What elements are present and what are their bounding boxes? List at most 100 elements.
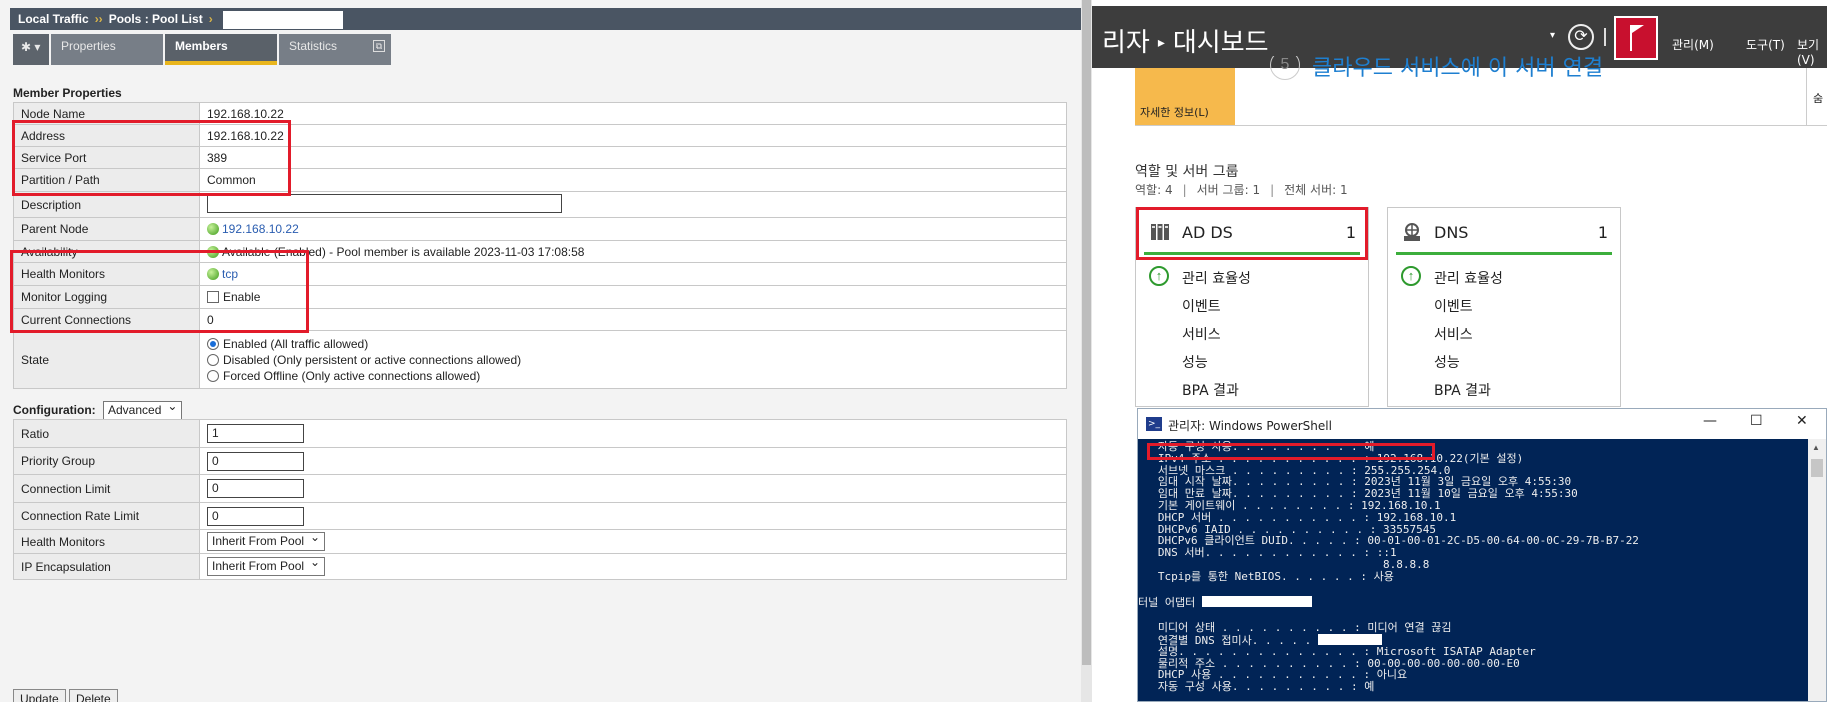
title-dashboard: 대시보드 bbox=[1172, 28, 1269, 58]
table-row: Health Monitors tcp bbox=[13, 262, 1067, 286]
gear-menu-button[interactable]: ✱ ▾ bbox=[13, 34, 49, 65]
card-item-manageability[interactable]: 관리 효율성 bbox=[1434, 268, 1503, 288]
status-available-icon bbox=[207, 245, 219, 258]
status-bar bbox=[1396, 252, 1612, 255]
tab-statistics[interactable]: Statistics ⧉ bbox=[279, 34, 391, 65]
separator: | bbox=[1182, 183, 1187, 197]
quick-start-step: 5 클라우드 서비스에 이 서버 연결 bbox=[1270, 56, 1827, 84]
tab-members[interactable]: Members bbox=[165, 34, 277, 65]
card-item-bpa-results[interactable]: BPA 결과 bbox=[1182, 380, 1239, 400]
table-row: Priority Group 0 bbox=[13, 447, 1067, 475]
parent-node-label: Parent Node bbox=[13, 217, 200, 241]
configuration-title: Configuration: Advanced bbox=[13, 399, 183, 420]
configuration-table: Ratio 1 Priority Group 0 Connection Limi… bbox=[13, 419, 1067, 580]
powershell-window[interactable]: >_ 관리자: Windows PowerShell — ☐ ✕ 자동 구성 사… bbox=[1137, 408, 1827, 702]
console-line: Tcpip를 통한 NetBIOS. . . . . . : 사용 bbox=[1138, 569, 1394, 583]
redacted-dns-suffix bbox=[1317, 633, 1382, 645]
role-card-dns[interactable]: DNS 1 ↑ 관리 효율성 이벤트 서비스 성능 BPA 결과 bbox=[1387, 207, 1621, 407]
card-item-performance[interactable]: 성능 bbox=[1434, 352, 1460, 372]
card-item-services[interactable]: 서비스 bbox=[1434, 324, 1473, 344]
card-item-manageability[interactable]: 관리 효율성 bbox=[1182, 268, 1251, 288]
tab-properties[interactable]: Properties bbox=[51, 34, 163, 65]
minimize-button[interactable]: — bbox=[1703, 413, 1717, 429]
radio-button[interactable] bbox=[207, 337, 219, 350]
availability-label: Availability bbox=[13, 240, 200, 263]
description-label: Description bbox=[13, 191, 200, 218]
breadcrumb-arrow-icon: ▸ bbox=[1157, 35, 1165, 51]
status-bar bbox=[1144, 252, 1360, 255]
role-name[interactable]: AD DS bbox=[1182, 223, 1233, 242]
table-row: Description bbox=[13, 191, 1067, 218]
role-server-count: 1 bbox=[1597, 223, 1608, 242]
hide-link[interactable]: 숨 bbox=[1806, 68, 1827, 125]
card-item-bpa-results[interactable]: BPA 결과 bbox=[1434, 380, 1491, 400]
monitor-logging-text: Enable bbox=[223, 290, 261, 304]
vertical-scrollbar[interactable] bbox=[1081, 0, 1092, 702]
monitor-logging-checkbox[interactable] bbox=[207, 291, 219, 303]
server-manager-panel: 리자 ▸ 대시보드 ▾ ⟳ 관리(M) 도구(T) 보기(V) 5 클라우드 서비스… bbox=[1092, 0, 1827, 702]
maximize-button[interactable]: ☐ bbox=[1750, 413, 1763, 429]
parent-node-link[interactable]: 192.168.10.22 bbox=[222, 222, 299, 236]
table-row: Current Connections 0 bbox=[13, 308, 1067, 331]
roles-summary: 역할: 4 | 서버 그룹: 1 | 전체 서버: 1 bbox=[1135, 181, 1348, 198]
table-row: Availability Available (Enabled) - Pool … bbox=[13, 240, 1067, 263]
menu-manage[interactable]: 관리(M) bbox=[1672, 36, 1714, 53]
table-row: Parent Node 192.168.10.22 bbox=[13, 217, 1067, 241]
roles-heading: 역할 및 서버 그룹 bbox=[1135, 164, 1239, 180]
radio-button[interactable] bbox=[207, 353, 219, 366]
node-name-label: Node Name bbox=[13, 102, 200, 125]
member-properties-table: Node Name 192.168.10.22 Address 192.168.… bbox=[13, 102, 1067, 389]
status-ok-icon: ↑ bbox=[1401, 266, 1421, 286]
console-line: 자동 구성 사용. . . . . . . . . : 예 bbox=[1138, 680, 1375, 694]
card-item-performance[interactable]: 성능 bbox=[1182, 352, 1208, 372]
breadcrumb-pool-list[interactable]: Pools : Pool List bbox=[109, 12, 203, 26]
description-input[interactable] bbox=[207, 193, 562, 213]
configuration-mode-select[interactable]: Advanced bbox=[103, 399, 183, 420]
priority-group-input[interactable]: 0 bbox=[207, 451, 304, 471]
state-option-forced-offline[interactable]: Forced Offline (Only active connections … bbox=[207, 368, 1059, 384]
health-monitor-link[interactable]: tcp bbox=[222, 267, 238, 281]
delete-button[interactable]: Delete bbox=[69, 689, 118, 702]
address-value: 192.168.10.22 bbox=[199, 124, 1067, 147]
breadcrumb-separator: › bbox=[208, 12, 213, 26]
menu-tools[interactable]: 도구(T) bbox=[1746, 36, 1785, 53]
card-item-events[interactable]: 이벤트 bbox=[1434, 296, 1473, 316]
connection-rate-limit-input[interactable]: 0 bbox=[207, 506, 304, 526]
card-item-events[interactable]: 이벤트 bbox=[1182, 296, 1221, 316]
close-button[interactable]: ✕ bbox=[1796, 413, 1808, 429]
state-option-enabled[interactable]: Enabled (All traffic allowed) bbox=[207, 336, 1059, 352]
scrollbar-thumb[interactable] bbox=[1811, 459, 1823, 477]
state-option-disabled[interactable]: Disabled (Only persistent or active conn… bbox=[207, 352, 1059, 368]
refresh-icon[interactable]: ⟳ bbox=[1568, 24, 1594, 50]
update-button[interactable]: Update bbox=[13, 689, 66, 702]
window-title: 관리자: Windows PowerShell bbox=[1168, 419, 1332, 433]
role-name[interactable]: DNS bbox=[1434, 223, 1468, 242]
ip-encapsulation-select[interactable]: Inherit From Pool bbox=[207, 555, 326, 576]
role-card-ad-ds[interactable]: AD DS 1 ↑ 관리 효율성 이벤트 서비스 성능 BPA 결과 bbox=[1135, 207, 1369, 407]
connection-rate-limit-label: Connection Rate Limit bbox=[13, 502, 200, 530]
popout-icon[interactable]: ⧉ bbox=[373, 40, 385, 52]
redacted-adapter-name bbox=[1201, 596, 1312, 608]
console-line: 미디어 상태 . . . . . . . . . . : 미디어 연결 끊김 bbox=[1138, 621, 1452, 635]
health-monitors-select[interactable]: Inherit From Pool bbox=[207, 530, 326, 551]
node-name-value: 192.168.10.22 bbox=[199, 102, 1067, 125]
console-scrollbar[interactable]: ▲ bbox=[1808, 439, 1826, 701]
card-item-services[interactable]: 서비스 bbox=[1182, 324, 1221, 344]
scrollbar-thumb[interactable] bbox=[1082, 0, 1091, 665]
breadcrumb-section[interactable]: Local Traffic bbox=[18, 12, 89, 26]
ratio-input[interactable]: 1 bbox=[207, 424, 304, 443]
total-servers-count: 전체 서버: 1 bbox=[1284, 183, 1348, 197]
learn-more-tile[interactable]: 자세한 정보(L) bbox=[1135, 68, 1235, 125]
table-row: Node Name 192.168.10.22 bbox=[13, 102, 1067, 125]
breadcrumb: Local Traffic ›› Pools : Pool List › bbox=[10, 8, 1092, 30]
table-row: Connection Rate Limit 0 bbox=[13, 502, 1067, 530]
console-output[interactable]: 자동 구성 사용. . . . . . . . . : 예 IPv4 주소 . … bbox=[1138, 439, 1808, 701]
notification-flag-icon[interactable] bbox=[1614, 16, 1658, 60]
radio-button[interactable] bbox=[207, 369, 219, 382]
chevron-down-icon: ▾ bbox=[34, 40, 41, 54]
step-link[interactable]: 클라우드 서비스에 이 서버 연결 bbox=[1312, 56, 1603, 82]
connection-limit-input[interactable]: 0 bbox=[207, 479, 304, 498]
powershell-titlebar[interactable]: >_ 관리자: Windows PowerShell — ☐ ✕ bbox=[1138, 409, 1826, 439]
scroll-up-icon[interactable]: ▲ bbox=[1812, 443, 1820, 452]
chevron-down-icon[interactable]: ▾ bbox=[1550, 30, 1555, 41]
